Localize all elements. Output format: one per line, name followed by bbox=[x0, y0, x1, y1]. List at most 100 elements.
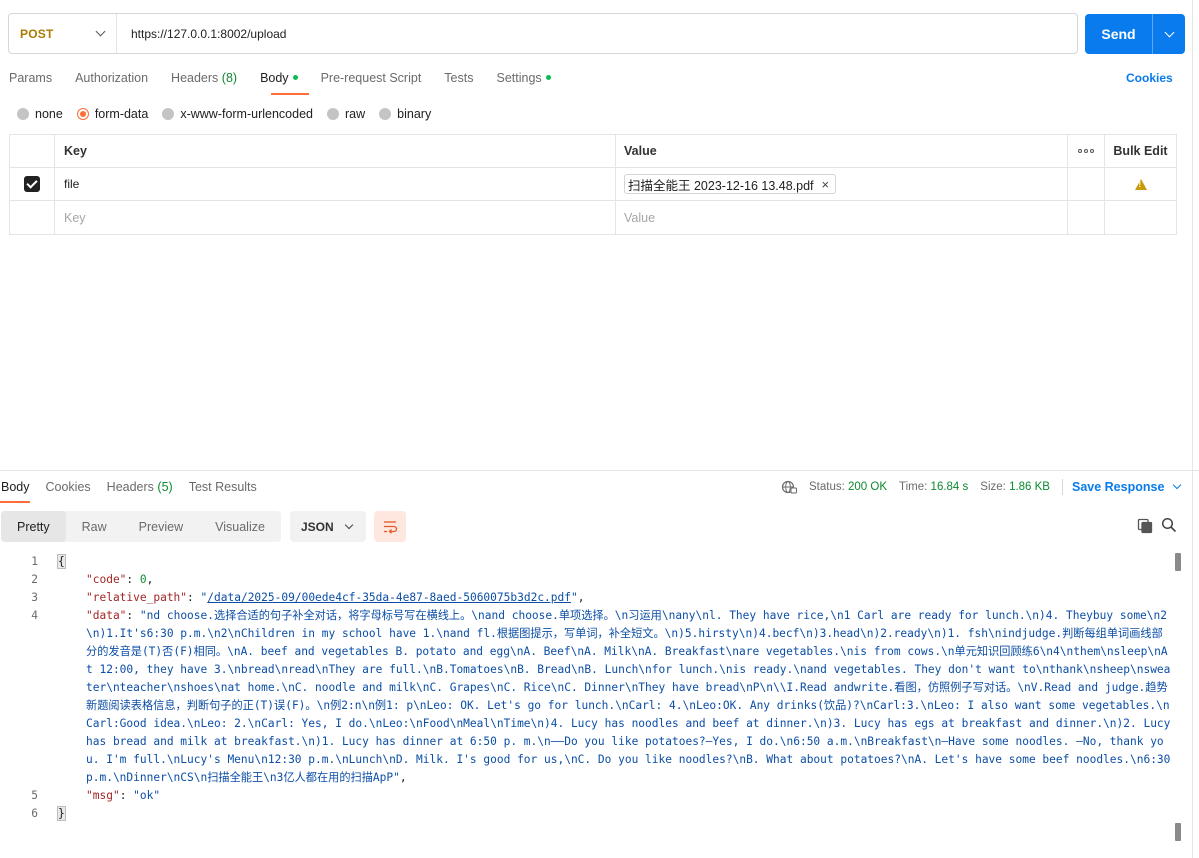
request-tabs: Params Authorization Headers (8) Body Pr… bbox=[0, 66, 565, 90]
tab-headers-label: Headers bbox=[171, 71, 219, 85]
row-more-cell bbox=[1068, 201, 1105, 234]
row-enabled-checkbox[interactable] bbox=[24, 176, 40, 192]
search-icon[interactable] bbox=[1161, 517, 1177, 533]
network-globe-icon[interactable] bbox=[781, 480, 797, 494]
value-column-header: Value bbox=[616, 135, 1068, 167]
method-label: POST bbox=[20, 26, 54, 41]
tab-authorization[interactable]: Authorization bbox=[66, 71, 148, 85]
json-string: "ok" bbox=[133, 789, 161, 802]
code-line: 3 "relative_path": "/data/2025-09/00ede4… bbox=[0, 589, 1172, 607]
fold-gutter bbox=[38, 607, 58, 787]
line-number: 2 bbox=[31, 573, 38, 586]
code-line: 2 "code": 0, bbox=[0, 571, 1172, 589]
format-dropdown[interactable]: JSON bbox=[290, 511, 366, 542]
open-brace: { bbox=[57, 554, 66, 569]
fold-gutter bbox=[38, 589, 58, 607]
value-input[interactable]: Value bbox=[616, 201, 1068, 234]
fold-gutter bbox=[38, 553, 58, 571]
response-meta: Status: 200 OK Time: 16.84 s Size: 1.86 … bbox=[781, 479, 1182, 495]
wrap-lines-button[interactable] bbox=[374, 511, 406, 542]
line-number: 1 bbox=[31, 555, 38, 568]
radio-raw[interactable]: raw bbox=[327, 107, 365, 121]
radio-circle-icon bbox=[379, 108, 392, 120]
radio-none[interactable]: none bbox=[17, 107, 63, 121]
time-readout[interactable]: Time: 16.84 s bbox=[899, 481, 968, 493]
close-brace: } bbox=[57, 806, 66, 821]
copy-icon[interactable] bbox=[1137, 518, 1153, 534]
code-line: 5 "msg": "ok" bbox=[0, 787, 1172, 805]
line-content: { bbox=[57, 553, 1172, 571]
scrollbar-thumb-bottom[interactable] bbox=[1175, 823, 1181, 841]
line-content: "data": "nd choose.选择合适的句子补全对话，将字母标号写在横线… bbox=[86, 609, 1178, 784]
tab-settings[interactable]: Settings bbox=[487, 71, 551, 85]
size-label: Size: bbox=[980, 481, 1006, 493]
chevron-down-icon bbox=[344, 520, 354, 529]
response-tab-headers-count: (5) bbox=[157, 480, 173, 494]
key-cell[interactable]: file bbox=[55, 168, 616, 200]
radio-circle-icon bbox=[327, 108, 339, 120]
save-response-label: Save Response bbox=[1071, 480, 1165, 494]
url-input[interactable] bbox=[117, 14, 1077, 53]
status-readout[interactable]: Status: 200 OK bbox=[809, 481, 887, 493]
active-tab-indicator bbox=[271, 93, 309, 95]
bulk-edit-button[interactable]: Bulk Edit bbox=[1105, 135, 1176, 167]
close-icon[interactable]: × bbox=[822, 178, 830, 191]
line-number: 6 bbox=[31, 807, 38, 820]
code-line: 1 { bbox=[0, 553, 1172, 571]
response-tab-headers-label: Headers bbox=[106, 480, 154, 494]
view-mode-selector: Pretty Raw Preview Visualize bbox=[1, 511, 281, 542]
response-divider[interactable] bbox=[0, 470, 1199, 471]
scrollbar-thumb-top[interactable] bbox=[1175, 553, 1181, 571]
time-value: 16.84 s bbox=[930, 481, 969, 493]
json-path-link[interactable]: /data/2025-09/00ede4cf-35da-4e87-8aed-50… bbox=[207, 591, 571, 604]
line-number: 4 bbox=[31, 609, 38, 622]
save-response-button[interactable]: Save Response bbox=[1071, 480, 1182, 494]
response-tab-test-results[interactable]: Test Results bbox=[188, 480, 257, 494]
tab-tests[interactable]: Tests bbox=[435, 71, 473, 85]
view-raw[interactable]: Raw bbox=[66, 511, 123, 542]
chevron-down-icon bbox=[95, 26, 106, 37]
method-dropdown[interactable]: POST bbox=[9, 14, 117, 53]
view-visualize[interactable]: Visualize bbox=[199, 511, 281, 542]
row-warning-cell bbox=[1105, 168, 1176, 200]
time-label: Time: bbox=[899, 481, 928, 493]
send-options-button[interactable] bbox=[1153, 27, 1185, 37]
view-preview[interactable]: Preview bbox=[123, 511, 199, 542]
cookies-link[interactable]: Cookies bbox=[1126, 71, 1173, 85]
code-line: 6 } bbox=[0, 805, 1172, 823]
body-type-radios: none form-data x-www-form-urlencoded raw… bbox=[17, 106, 445, 122]
column-options-button[interactable] bbox=[1068, 135, 1105, 167]
more-options-icon bbox=[1078, 149, 1094, 153]
tab-body-label: Body bbox=[260, 71, 289, 85]
key-column-header: Key bbox=[55, 135, 616, 167]
tab-body[interactable]: Body bbox=[251, 71, 298, 85]
tab-prerequest-script[interactable]: Pre-request Script bbox=[312, 71, 422, 85]
line-content: } bbox=[57, 805, 1172, 823]
warning-icon[interactable] bbox=[1134, 178, 1147, 190]
radio-form-data[interactable]: form-data bbox=[76, 107, 148, 121]
tab-headers[interactable]: Headers (8) bbox=[162, 71, 237, 85]
response-tab-headers[interactable]: Headers (5) bbox=[106, 480, 173, 494]
chevron-down-icon bbox=[1164, 27, 1174, 37]
radio-x-www-form-urlencoded[interactable]: x-www-form-urlencoded bbox=[162, 107, 313, 121]
line-content: "relative_path": "/data/2025-09/00ede4cf… bbox=[86, 591, 585, 604]
size-readout[interactable]: Size: 1.86 KB bbox=[980, 481, 1050, 493]
table-row: file 扫描全能王 2023-12-16 13.48.pdf × bbox=[10, 168, 1176, 201]
row-check-cell bbox=[10, 168, 55, 200]
response-tab-cookies[interactable]: Cookies bbox=[45, 480, 91, 494]
key-input[interactable]: Key bbox=[55, 201, 616, 234]
tab-params[interactable]: Params bbox=[0, 71, 52, 85]
line-content: "msg": "ok" bbox=[86, 789, 161, 802]
value-cell[interactable]: 扫描全能王 2023-12-16 13.48.pdf × bbox=[616, 168, 1068, 200]
view-pretty[interactable]: Pretty bbox=[1, 511, 66, 542]
json-key: "msg" bbox=[86, 789, 120, 802]
response-tab-body[interactable]: Body bbox=[0, 480, 30, 494]
radio-binary[interactable]: binary bbox=[379, 107, 431, 121]
response-body-code[interactable]: 1 { 2 "code": 0, 3 "relative_path": "/da… bbox=[0, 553, 1172, 823]
modified-dot-icon bbox=[292, 75, 298, 81]
meta-divider bbox=[1061, 479, 1063, 495]
json-key: "data" bbox=[86, 609, 127, 622]
send-label: Send bbox=[1101, 26, 1136, 42]
tab-headers-count: (8) bbox=[221, 71, 238, 85]
send-button[interactable]: Send bbox=[1085, 14, 1185, 54]
